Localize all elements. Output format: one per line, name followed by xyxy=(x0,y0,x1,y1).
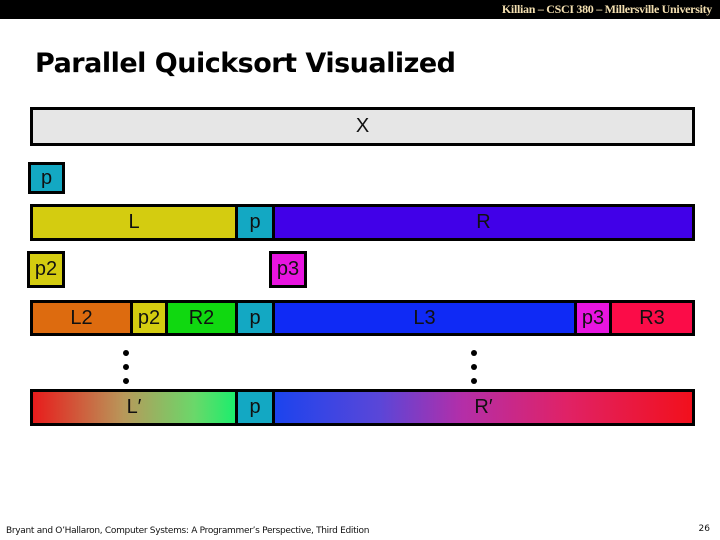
segment-r-prime-label: R′ xyxy=(474,396,493,418)
segment-l3: L3 xyxy=(272,303,574,333)
segment-r-label: R xyxy=(476,211,491,233)
array-x-label: X xyxy=(355,115,370,137)
partition-row-2: L2 p2 R2 p L3 p3 R3 xyxy=(30,300,695,336)
segment-p3-label: p3 xyxy=(581,306,605,329)
header-bar: Killian – CSCI 380 – Millersville Univer… xyxy=(0,0,720,19)
segment-r3-label: R3 xyxy=(639,306,665,329)
segment-l2-label: L2 xyxy=(70,306,93,329)
pivot-p2: p2 xyxy=(27,251,65,288)
pivot-p3: p3 xyxy=(269,251,307,288)
segment-pivot-final-label: p xyxy=(249,396,261,418)
pivot-p3-label: p3 xyxy=(276,258,300,280)
pivot-p: p xyxy=(28,162,65,194)
segment-r: R xyxy=(272,207,692,238)
partition-row-final: L′ p R′ xyxy=(30,389,695,426)
segment-r2-label: R2 xyxy=(188,306,215,329)
partition-row-1: L p R xyxy=(30,204,695,241)
slide-title: Parallel Quicksort Visualized xyxy=(35,48,456,79)
pivot-p-label: p xyxy=(40,166,53,189)
citation: Bryant and O’Hallaron, Computer Systems:… xyxy=(6,526,370,536)
segment-p2: p2 xyxy=(130,303,165,333)
segment-pivot-label: p xyxy=(249,211,261,233)
course-label: Killian – CSCI 380 – Millersville Univer… xyxy=(501,2,712,16)
pivot-p2-label: p2 xyxy=(34,258,58,280)
segment-l-prime: L′ xyxy=(33,392,235,423)
segment-p3: p3 xyxy=(574,303,609,333)
segment-r-prime: R′ xyxy=(272,392,692,423)
segment-p2-label: p2 xyxy=(137,306,161,329)
segment-l: L xyxy=(33,207,235,238)
array-x: X xyxy=(30,107,695,146)
segment-pivot: p xyxy=(235,207,272,238)
segment-l3-label: L3 xyxy=(413,306,436,329)
segment-l-prime-label: L′ xyxy=(126,396,142,418)
segment-pivot-2: p xyxy=(235,303,272,333)
page-number: 26 xyxy=(698,524,710,534)
segment-pivot-final: p xyxy=(235,392,272,423)
segment-pivot-2-label: p xyxy=(249,306,261,329)
segment-r2: R2 xyxy=(165,303,235,333)
segment-l2: L2 xyxy=(33,303,130,333)
segment-l-label: L xyxy=(128,211,140,233)
segment-r3: R3 xyxy=(609,303,692,333)
